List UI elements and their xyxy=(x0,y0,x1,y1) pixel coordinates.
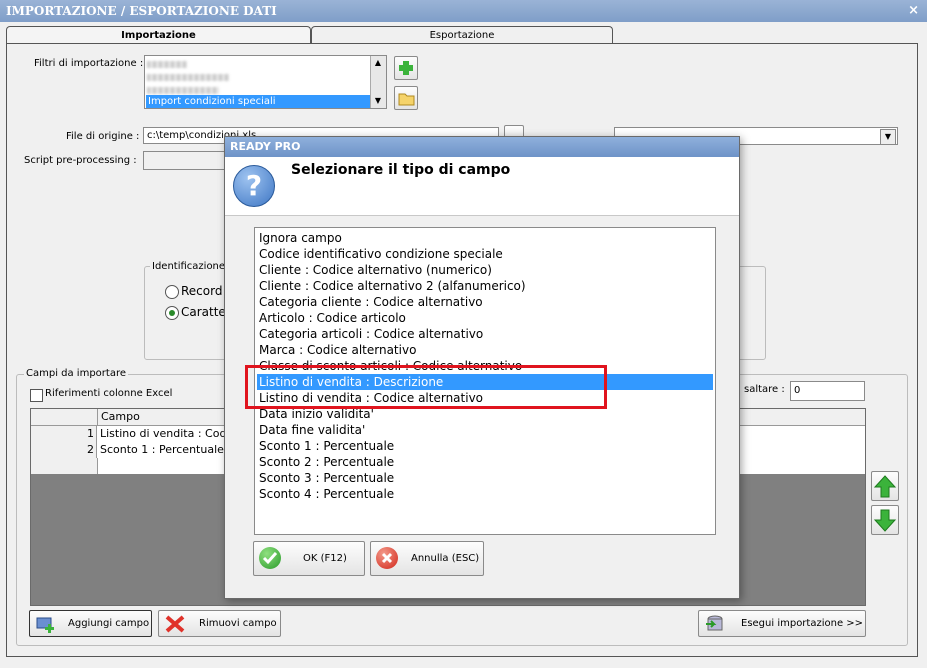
radio-record[interactable] xyxy=(165,285,179,299)
check-icon xyxy=(259,547,281,569)
move-down-button[interactable] xyxy=(871,505,899,535)
riferimenti-checkbox[interactable] xyxy=(30,389,43,402)
row-campo[interactable]: Sconto 1 : Percentuale xyxy=(100,442,224,458)
tab-label: Importazione xyxy=(121,30,196,41)
tab-importazione[interactable]: Importazione xyxy=(6,26,311,44)
script-input[interactable] xyxy=(143,151,233,170)
list-item[interactable]: Marca : Codice alternativo xyxy=(257,342,713,358)
dialog-heading: Selezionare il tipo di campo xyxy=(291,162,511,178)
dialog-title: READY PRO xyxy=(225,137,739,157)
esegui-importazione-button[interactable]: Esegui importazione >> xyxy=(698,610,866,637)
file-origine-label: File di origine : xyxy=(66,131,140,142)
list-item[interactable]: Sconto 1 : Percentuale xyxy=(257,438,713,454)
rimuovi-campo-button[interactable]: Rimuovi campo xyxy=(158,610,281,637)
list-item[interactable]: Codice identificativo condizione special… xyxy=(257,246,713,262)
list-item[interactable]: Articolo : Codice articolo xyxy=(257,310,713,326)
window-title: IMPORTAZIONE / ESPORTAZIONE DATI xyxy=(0,0,927,22)
close-icon[interactable]: × xyxy=(908,0,919,22)
rimuovi-label: Rimuovi campo xyxy=(199,618,277,629)
saltare-label: saltare : xyxy=(744,384,785,395)
cancel-x-icon xyxy=(376,547,398,569)
annotation-highlight-box xyxy=(245,365,607,409)
campi-label: Campi da importare xyxy=(24,368,128,379)
riferimenti-label: Riferimenti colonne Excel xyxy=(45,388,173,399)
question-icon: ? xyxy=(233,165,275,207)
row-number: 2 xyxy=(31,442,97,458)
script-label: Script pre-processing : xyxy=(24,155,137,166)
list-item[interactable]: Cliente : Codice alternativo (numerico) xyxy=(257,262,713,278)
row-number: 1 xyxy=(31,426,97,442)
row-campo[interactable]: Listino di vendita : Codice xyxy=(100,426,242,442)
filtri-selected-item[interactable]: Import condizioni speciali xyxy=(146,95,371,108)
arrow-down-icon xyxy=(873,509,897,532)
list-item[interactable]: Sconto 2 : Percentuale xyxy=(257,454,713,470)
tab-label: Esportazione xyxy=(429,30,495,41)
scroll-up-icon[interactable]: ▲ xyxy=(372,57,384,69)
chevron-down-icon[interactable]: ▼ xyxy=(880,129,896,145)
list-item[interactable]: Categoria cliente : Codice alternativo xyxy=(257,294,713,310)
open-filter-button[interactable] xyxy=(394,86,418,110)
list-item[interactable]: Cliente : Codice alternativo 2 (alfanume… xyxy=(257,278,713,294)
annulla-label: Annulla (ESC) xyxy=(411,553,480,564)
dialog-header: ? Selezionare il tipo di campo xyxy=(225,157,739,216)
esegui-label: Esegui importazione >> xyxy=(741,618,864,629)
plus-icon xyxy=(399,61,413,75)
aggiungi-label: Aggiungi campo xyxy=(68,618,150,629)
folder-icon xyxy=(398,93,415,106)
radio-dot xyxy=(169,310,175,316)
add-field-icon xyxy=(36,617,54,633)
move-up-button[interactable] xyxy=(871,471,899,501)
list-item[interactable]: Categoria articoli : Codice alternativo xyxy=(257,326,713,342)
filtri-label: Filtri di importazione : xyxy=(34,58,144,69)
identificazione-label: Identificazione xyxy=(150,261,228,272)
list-item[interactable]: Ignora campo xyxy=(257,230,713,246)
list-item[interactable]: Sconto 4 : Percentuale xyxy=(257,486,713,502)
ok-button[interactable]: OK (F12) xyxy=(253,541,365,576)
filtri-scrollbar[interactable]: ▲ ▼ xyxy=(370,56,386,108)
list-item[interactable]: Data fine validita' xyxy=(257,422,713,438)
column-campo[interactable]: Campo xyxy=(101,410,140,423)
scroll-down-icon[interactable]: ▼ xyxy=(372,95,384,107)
annulla-button[interactable]: Annulla (ESC) xyxy=(370,541,484,576)
remove-x-icon xyxy=(165,615,185,633)
database-import-icon xyxy=(706,615,723,631)
tab-bar: Importazione Esportazione xyxy=(6,26,918,44)
tab-esportazione[interactable]: Esportazione xyxy=(311,26,613,44)
filtri-listbox[interactable]: Import condizioni speciali ▲ ▼ xyxy=(144,55,387,109)
aggiungi-campo-button[interactable]: Aggiungi campo xyxy=(29,610,152,637)
saltare-input[interactable]: 0 xyxy=(790,381,865,401)
add-filter-button[interactable] xyxy=(394,56,418,80)
list-item[interactable]: Sconto 3 : Percentuale xyxy=(257,470,713,486)
arrow-up-icon xyxy=(873,475,897,498)
ok-label: OK (F12) xyxy=(303,553,347,564)
radio-caratteri[interactable] xyxy=(165,306,179,320)
